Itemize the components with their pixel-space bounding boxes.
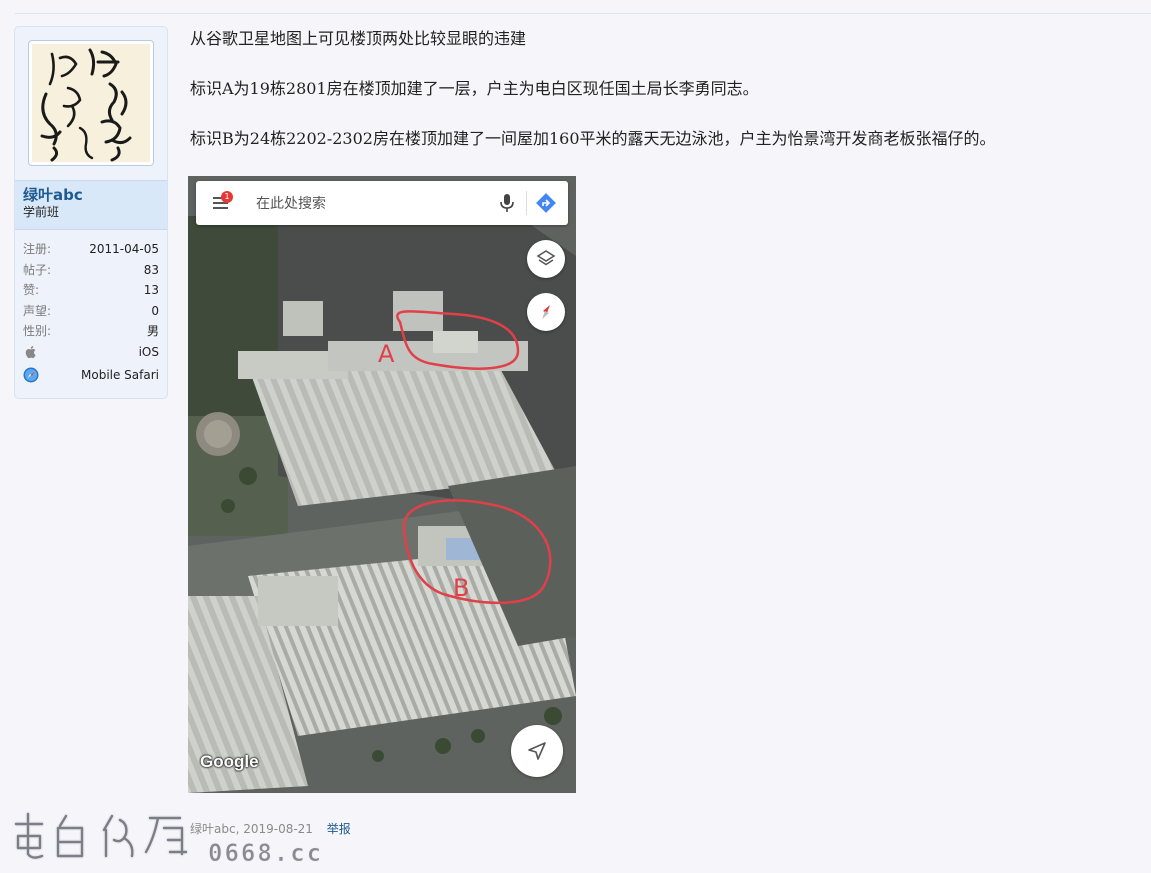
notification-badge: 1	[221, 191, 233, 203]
compass-icon	[542, 305, 550, 319]
stat-label: 赞:	[23, 283, 40, 297]
forum-watermark-logo: 0668.cc	[13, 811, 323, 867]
stat-os: iOS	[23, 342, 159, 363]
stat-posts: 帖子: 83	[23, 260, 159, 281]
post-paragraph: 标识A为19栋2801房在楼顶加建了一层，户主为电白区现任国土局长李勇同志。	[190, 79, 759, 98]
apple-icon	[25, 345, 36, 358]
top-divider	[15, 13, 1151, 14]
user-name-box: 绿叶abc 学前班	[15, 180, 167, 230]
svg-text:0668.cc: 0668.cc	[208, 839, 323, 867]
satellite-map-image[interactable]: A B 1 在此处搜索 Google	[188, 176, 576, 793]
stat-label: 性别:	[23, 324, 52, 338]
os-value: iOS	[138, 344, 159, 359]
user-stats: 注册: 2011-04-05 帖子: 83 赞: 13 声望: 0 性别: 男 …	[23, 239, 159, 388]
stat-value: 男	[146, 324, 159, 338]
safari-icon	[23, 367, 39, 383]
stat-label: 声望:	[23, 303, 52, 318]
stat-likes: 赞: 13	[23, 280, 159, 301]
calligraphy-avatar-image	[32, 44, 150, 162]
stat-gender: 性别: 男	[23, 321, 159, 342]
label-b: B	[453, 574, 469, 602]
stat-reputation: 声望: 0	[23, 301, 159, 322]
navigation-arrow-icon	[528, 742, 546, 760]
layers-icon	[536, 250, 556, 266]
post-paragraph: 从谷歌卫星地图上可见楼顶两处比较显眼的违建	[190, 29, 527, 48]
directions-icon[interactable]	[535, 192, 557, 214]
stat-registered: 注册: 2011-04-05	[23, 239, 159, 260]
user-name[interactable]: 绿叶abc	[23, 186, 167, 204]
report-link[interactable]: 举报	[327, 822, 351, 836]
stat-value: 83	[143, 262, 159, 277]
user-title: 学前班	[23, 205, 60, 219]
google-logo: Google	[200, 752, 259, 771]
browser-value: Mobile Safari	[81, 367, 159, 382]
user-card: 绿叶abc 学前班 注册: 2011-04-05 帖子: 83 赞: 13 声望…	[14, 26, 168, 399]
satellite-imagery: A B	[188, 176, 576, 793]
stat-label: 帖子:	[23, 262, 52, 277]
my-location-button[interactable]	[511, 725, 563, 777]
compass-button[interactable]	[527, 293, 565, 331]
map-search-bar[interactable]: 1 在此处搜索	[196, 181, 568, 225]
microphone-icon[interactable]	[498, 192, 516, 214]
stat-value: 13	[143, 283, 159, 297]
layers-button[interactable]	[527, 240, 565, 278]
post-body: 从谷歌卫星地图上可见楼顶两处比较显眼的违建 标识A为19栋2801房在楼顶加建了…	[190, 24, 1140, 174]
stat-label: 注册:	[23, 242, 52, 256]
label-a: A	[378, 340, 395, 368]
avatar[interactable]	[28, 40, 154, 166]
stat-browser: Mobile Safari	[23, 362, 159, 388]
post-paragraph: 标识B为24栋2202-2302房在楼顶加建了一间屋加160平米的露天无边泳池，…	[190, 129, 996, 148]
search-placeholder[interactable]: 在此处搜索	[256, 193, 326, 213]
stat-value: 0	[151, 303, 159, 318]
stat-value: 2011-04-05	[89, 242, 159, 256]
search-divider	[526, 191, 527, 215]
